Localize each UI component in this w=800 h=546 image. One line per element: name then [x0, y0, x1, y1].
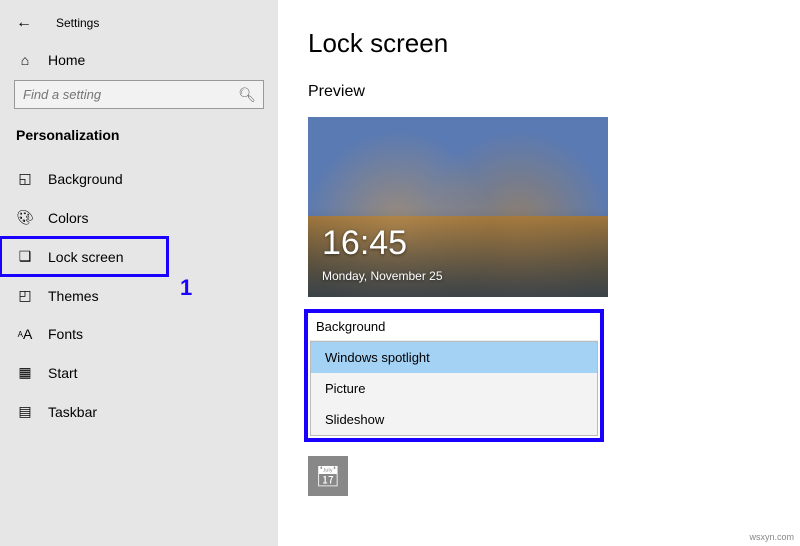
nav-list: ◱ Background 🎨︎ Colors ❑ Lock screen ◰ T…	[0, 159, 278, 431]
dropdown-option-picture[interactable]: Picture	[311, 373, 597, 404]
start-icon: ▦	[16, 364, 34, 381]
picture-icon: ◱	[16, 170, 34, 187]
background-dropdown[interactable]: Windows spotlight Picture Slideshow	[310, 341, 598, 436]
palette-icon: 🎨︎	[16, 209, 34, 226]
background-dropdown-block: Background Windows spotlight Picture Sli…	[308, 313, 600, 438]
search-wrap: 🔍︎	[14, 80, 264, 109]
home-label: Home	[48, 52, 85, 68]
sidebar: ← Settings ⌂ Home 🔍︎ Personalization ◱ B…	[0, 0, 278, 546]
calendar-app-button[interactable]: 📅︎	[308, 456, 348, 496]
nav-item-lock-screen[interactable]: ❑ Lock screen	[0, 237, 168, 276]
calendar-icon: 📅︎	[315, 464, 340, 489]
dropdown-option-slideshow[interactable]: Slideshow	[311, 404, 597, 435]
search-icon[interactable]: 🔍︎	[238, 86, 256, 103]
taskbar-icon: ▤	[16, 403, 34, 420]
home-icon: ⌂	[16, 52, 34, 68]
preview-clock-date: Monday, November 25	[322, 269, 443, 283]
nav-item-colors[interactable]: 🎨︎ Colors	[0, 198, 278, 237]
nav-item-start[interactable]: ▦ Start	[0, 353, 278, 392]
titlebar: ← Settings	[0, 10, 278, 44]
themes-icon: ◰	[16, 287, 34, 304]
nav-label: Background	[48, 171, 123, 187]
home-nav-item[interactable]: ⌂ Home	[0, 44, 278, 80]
nav-item-fonts[interactable]: AA Fonts	[0, 315, 278, 353]
fonts-icon: AA	[16, 326, 34, 342]
main-panel: Lock screen Preview 16:45 Monday, Novemb…	[278, 0, 800, 546]
page-title: Lock screen	[308, 28, 770, 59]
annotation-1: 1	[180, 275, 192, 301]
nav-label: Start	[48, 365, 78, 381]
app-title: Settings	[56, 16, 99, 30]
nav-item-taskbar[interactable]: ▤ Taskbar	[0, 392, 278, 431]
nav-label: Taskbar	[48, 404, 97, 420]
preview-clock-time: 16:45	[322, 224, 407, 263]
nav-label: Fonts	[48, 326, 83, 342]
back-arrow-icon[interactable]: ←	[16, 14, 32, 32]
dropdown-option-spotlight[interactable]: Windows spotlight	[311, 342, 597, 373]
watermark: wsxyn.com	[749, 532, 794, 542]
search-input[interactable]	[14, 80, 264, 109]
nav-item-background[interactable]: ◱ Background	[0, 159, 278, 198]
background-label: Background	[310, 315, 598, 341]
preview-heading: Preview	[308, 83, 770, 101]
nav-label: Colors	[48, 210, 88, 226]
nav-label: Lock screen	[48, 249, 123, 265]
nav-label: Themes	[48, 288, 99, 304]
lock-screen-icon: ❑	[16, 248, 34, 265]
nav-item-themes[interactable]: ◰ Themes	[0, 276, 278, 315]
section-title: Personalization	[0, 123, 278, 159]
lockscreen-preview: 16:45 Monday, November 25	[308, 117, 608, 297]
